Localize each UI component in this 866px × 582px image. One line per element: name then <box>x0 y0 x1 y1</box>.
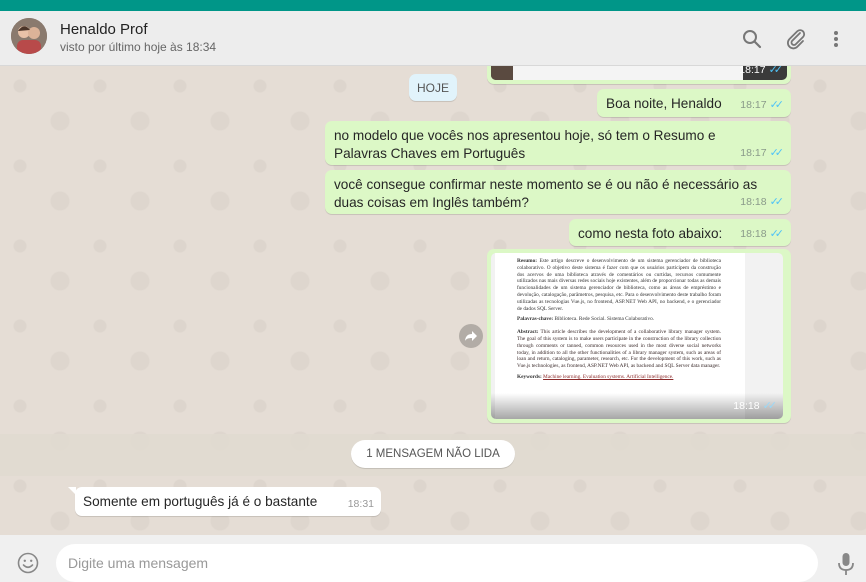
doc-palavras: Biblioteca. Rede Social. Sistema Colabor… <box>554 316 655 323</box>
message-meta: 18:18 ✓✓ <box>740 193 784 211</box>
read-ticks-icon: ✓✓ <box>769 147 785 159</box>
doc-keywords-label: Keywords: <box>517 373 542 380</box>
document-photo[interactable]: Resumo: Este artigo descreve o desenvolv… <box>491 253 783 419</box>
doc-palavras-label: Palavras-chave: <box>517 316 554 323</box>
forward-icon[interactable] <box>459 324 483 348</box>
doc-abstract: This article describes the development o… <box>517 329 722 370</box>
message-meta: 18:18 ✓✓ <box>740 225 784 243</box>
message-time: 18:17 <box>740 99 767 111</box>
emoji-icon[interactable] <box>16 551 40 575</box>
image-message[interactable]: Resumo: Este artigo descreve o desenvolv… <box>487 249 791 423</box>
message-time: 18:18 <box>740 196 767 208</box>
read-ticks-icon: ✓✓ <box>769 228 785 240</box>
menu-icon[interactable] <box>830 28 842 50</box>
message-text: no modelo que vocês nos apresentou hoje,… <box>334 128 716 161</box>
doc-resumo: Este artigo descreve o desenvolvimento d… <box>517 258 721 312</box>
message-meta: 18:31 <box>348 495 374 513</box>
message-time: 18:17 <box>740 147 767 159</box>
search-icon[interactable] <box>741 28 763 50</box>
read-ticks-icon: ✓✓ <box>768 66 784 76</box>
message-meta: 18:17 ✓✓ <box>739 66 783 79</box>
doc-keywords: Machine learning. Evaluation systems. Ar… <box>543 373 674 380</box>
read-ticks-icon: ✓✓ <box>762 400 778 412</box>
message-time: 18:18 <box>740 228 767 240</box>
doc-resumo-label: Resumo: <box>517 258 538 264</box>
date-chip: HOJE <box>409 74 457 101</box>
message-time: 18:17 <box>739 66 766 76</box>
contact-status: visto por último hoje às 18:34 <box>60 40 217 54</box>
message-outgoing[interactable]: você consegue confirmar neste momento se… <box>325 170 791 214</box>
message-time: 18:18 <box>733 400 760 412</box>
attach-icon[interactable] <box>785 28 807 50</box>
message-text: você consegue confirmar neste momento se… <box>334 177 758 210</box>
message-time: 18:31 <box>347 498 374 510</box>
bubble-tail <box>68 487 76 495</box>
read-ticks-icon: ✓✓ <box>769 196 785 208</box>
message-input[interactable] <box>56 544 818 582</box>
message-meta: 18:18 ✓✓ <box>733 397 777 415</box>
microphone-icon[interactable] <box>836 552 856 576</box>
top-accent-bar <box>0 0 866 11</box>
message-outgoing[interactable]: Boa noite, Henaldo 18:17 ✓✓ <box>597 89 791 117</box>
message-incoming[interactable]: Somente em português já é o bastante 18:… <box>75 487 381 516</box>
message-meta: 18:17 ✓✓ <box>740 96 784 114</box>
image-message-previous[interactable]: 18:17 ✓✓ <box>487 66 791 84</box>
chat-area[interactable]: 18:17 ✓✓ HOJE Boa noite, Henaldo 18:17 ✓… <box>0 66 866 535</box>
read-ticks-icon: ✓✓ <box>769 99 785 111</box>
chat-header: Henaldo Prof visto por último hoje às 18… <box>0 11 866 66</box>
message-outgoing[interactable]: como nesta foto abaixo: 18:18 ✓✓ <box>569 219 791 246</box>
unread-messages-label: 1 MENSAGEM NÃO LIDA <box>351 440 515 468</box>
doc-abstract-label: Abstract: <box>517 329 539 336</box>
message-meta: 18:17 ✓✓ <box>740 144 784 162</box>
composer <box>0 535 866 582</box>
message-text: Somente em português já é o bastante <box>83 494 318 509</box>
contact-name[interactable]: Henaldo Prof <box>60 21 148 38</box>
avatar[interactable] <box>11 18 47 54</box>
message-outgoing[interactable]: no modelo que vocês nos apresentou hoje,… <box>325 121 791 165</box>
